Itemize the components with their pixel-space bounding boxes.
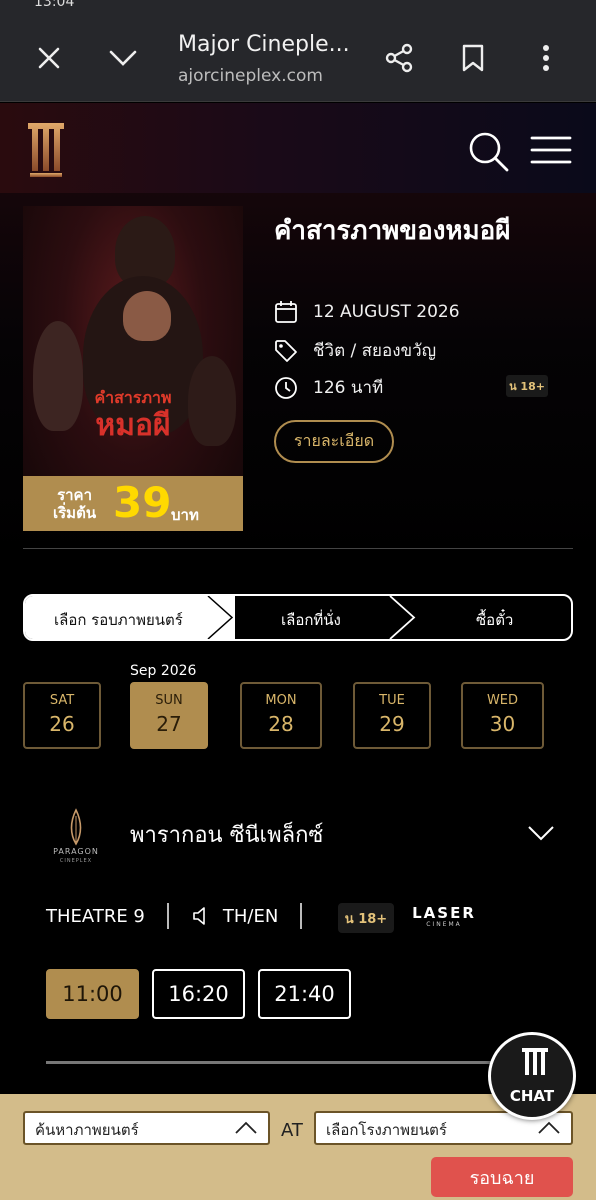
showtime-button[interactable]: 11:00: [46, 969, 139, 1019]
date-mon-28[interactable]: MON 28: [240, 682, 322, 749]
tag-icon: [274, 339, 298, 363]
rating-badge: น 18+: [338, 903, 394, 933]
share-icon[interactable]: [383, 42, 415, 74]
details-button[interactable]: รายละเอียด: [274, 420, 394, 463]
cinema-select-value: เลือกโรงภาพยนตร์: [326, 1121, 447, 1139]
clock-icon: [274, 376, 298, 400]
divider: [46, 1061, 526, 1064]
duration: 126 นาที: [313, 378, 384, 398]
date-day: 29: [379, 712, 405, 736]
date-dow: TUE: [379, 693, 405, 708]
booking-steps: เลือก รอบภาพยนตร์ เลือกที่นั่ง ซื้อตั๋ว: [23, 594, 573, 641]
date-sun-27[interactable]: SUN 27: [130, 682, 208, 749]
chevron-down-icon[interactable]: [107, 42, 139, 74]
divider: [23, 548, 573, 549]
date-sat-26[interactable]: SAT 26: [23, 682, 101, 749]
date-tue-29[interactable]: TUE 29: [353, 682, 431, 749]
at-label: AT: [281, 1120, 303, 1141]
poster-price-prefix: ราคา เริ่มต้น: [53, 486, 96, 522]
movie-title: คำสารภาพของหมอผี: [274, 216, 511, 246]
chevron-up-icon: [537, 1120, 561, 1136]
poster-price-unit: บาท: [171, 506, 199, 524]
hamburger-menu-icon[interactable]: [530, 135, 572, 165]
movie-select-value: ค้นหาภาพยนตร์: [35, 1121, 139, 1139]
date-day: 26: [49, 712, 75, 736]
search-icon[interactable]: [466, 129, 510, 173]
close-icon[interactable]: [33, 42, 65, 74]
movie-poster[interactable]: คำสารภาพ หมอผี ราคา เริ่มต้น 39 บาท: [23, 206, 243, 531]
paragon-logo-icon: PARAGON CINEPLEX: [44, 808, 108, 864]
step-select-seat[interactable]: เลือกที่นั่ง: [281, 608, 341, 632]
poster-title-line2: หมอผี: [95, 408, 171, 443]
chat-label: CHAT: [509, 1087, 555, 1105]
speaker-icon: [191, 906, 211, 926]
browser-title: Major Cineple...: [178, 32, 350, 57]
bookmark-icon[interactable]: [457, 42, 489, 74]
poster-price-band: ราคา เริ่มต้น 39 บาท: [23, 476, 243, 531]
format-line2: CINEMA: [426, 921, 462, 928]
poster-price-prefix-1: ราคา: [57, 486, 92, 504]
month-label: Sep 2026: [130, 663, 197, 679]
movie-select[interactable]: ค้นหาภาพยนตร์: [23, 1111, 270, 1145]
date-dow: SAT: [49, 693, 75, 708]
browser-url[interactable]: ajorcineplex.com: [178, 66, 323, 86]
site-header: [0, 103, 596, 193]
rating-badge: น 18+: [506, 375, 548, 397]
chat-button[interactable]: CHAT: [488, 1032, 576, 1120]
release-date: 12 AUGUST 2026: [313, 302, 460, 322]
chevron-down-icon[interactable]: [527, 824, 555, 842]
laser-cinema-logo: LASER CINEMA: [410, 904, 478, 929]
chevron-up-icon: [234, 1120, 258, 1136]
release-date-row: 12 AUGUST 2026: [274, 300, 460, 324]
paragon-logo-text: PARAGON: [53, 847, 99, 856]
date-day: 27: [156, 712, 182, 736]
poster-price: 39: [113, 478, 172, 527]
genre: ชีวิต / สยองขวัญ: [313, 341, 437, 361]
step-buy-ticket[interactable]: ซื้อตั๋ว: [476, 608, 513, 632]
more-vert-icon[interactable]: [530, 42, 562, 74]
date-dow: MON: [265, 693, 297, 708]
theatre-info-row: THEATRE 9 TH/EN: [46, 903, 324, 929]
paragon-logo-subtext: CINEPLEX: [60, 858, 92, 864]
duration-row: 126 นาที: [274, 374, 383, 401]
showtime-button[interactable]: 16:20: [152, 969, 245, 1019]
theatre-name: THEATRE 9: [46, 905, 145, 927]
date-wed-30[interactable]: WED 30: [461, 682, 544, 749]
separator: [166, 903, 169, 929]
genre-row: ชีวิต / สยองขวัญ: [274, 337, 436, 364]
separator: [300, 903, 303, 929]
date-dow: WED: [486, 693, 519, 708]
cinema-name[interactable]: พารากอน ซีนีเพล็กซ์: [130, 817, 323, 852]
poster-price-prefix-2: เริ่มต้น: [53, 504, 97, 522]
calendar-icon: [274, 300, 298, 324]
step-select-showtime[interactable]: เลือก รอบภาพยนตร์: [54, 608, 183, 632]
showtime-search-button[interactable]: รอบฉาย: [431, 1157, 573, 1197]
date-day: 30: [489, 712, 516, 736]
format-line1: LASER: [412, 904, 476, 922]
showtime-button[interactable]: 21:40: [258, 969, 351, 1019]
browser-toolbar: Major Cineple... ajorcineplex.com: [0, 14, 596, 102]
status-time: 13:04: [34, 0, 75, 10]
status-bar: 13:04: [0, 0, 596, 14]
major-logo-icon[interactable]: [26, 115, 66, 179]
sound-language: TH/EN: [222, 905, 279, 927]
major-logo-icon: [521, 1045, 549, 1079]
date-day: 28: [268, 712, 294, 736]
date-dow: SUN: [155, 693, 183, 708]
